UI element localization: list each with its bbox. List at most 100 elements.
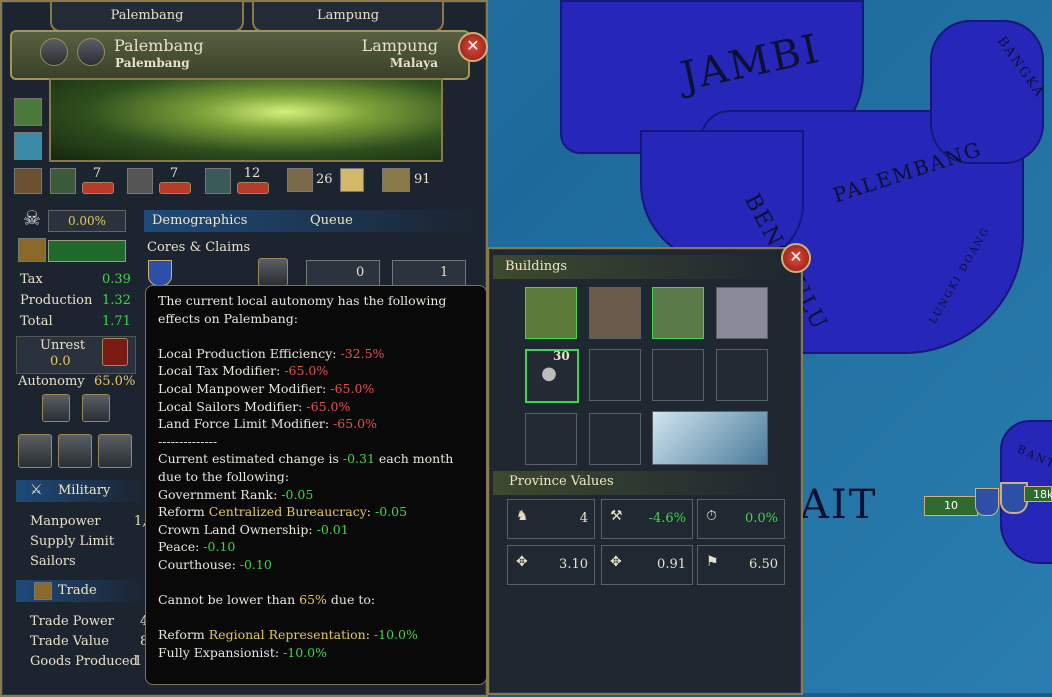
increase-autonomy-button[interactable] xyxy=(82,394,110,422)
terrain-image xyxy=(49,78,443,162)
construction-cost-icon: ⚒ xyxy=(610,508,623,524)
prod-dev-button[interactable] xyxy=(159,182,191,194)
trade-value-icon xyxy=(382,168,410,192)
close-buildings-button[interactable]: ✕ xyxy=(781,243,811,273)
value-6: 6.50 xyxy=(749,557,778,572)
value-box-5[interactable]: ✥ 0.91 xyxy=(601,545,693,585)
floor-reason-label: Fully Expansionist: xyxy=(158,644,280,660)
neighbor-name: Lampung xyxy=(361,36,438,55)
unrest-value: 0.0 xyxy=(50,354,71,369)
sailors-label: Sailors xyxy=(30,554,76,569)
tab-queue[interactable]: Queue xyxy=(310,213,353,228)
shield-icon[interactable] xyxy=(102,338,128,366)
keyhole-icon[interactable] xyxy=(340,168,364,192)
land-forcelimit-icon: ✥ xyxy=(516,554,528,570)
slot-count: 30 xyxy=(553,349,570,363)
ledger-icon[interactable] xyxy=(14,168,42,194)
close-province-button[interactable]: ✕ xyxy=(458,32,488,62)
change-value: -0.31 xyxy=(342,451,375,467)
add-core-button[interactable] xyxy=(258,258,288,286)
decrease-autonomy-button[interactable] xyxy=(42,394,70,422)
army-strength-badge[interactable]: 18k xyxy=(1024,486,1052,502)
trade-goods-icon[interactable] xyxy=(77,38,105,66)
build-time-icon: ⏱ xyxy=(706,508,717,524)
floor-reason-line: Reform Regional Representation: -10.0% xyxy=(158,626,476,644)
reason-label: Peace: xyxy=(158,539,200,555)
hammer-icon[interactable] xyxy=(58,434,92,468)
floor-value: 65% xyxy=(299,592,327,608)
effect-label: Local Manpower Modifier: xyxy=(158,380,327,396)
trade-value-label: Trade Value xyxy=(30,634,109,649)
religion-icon[interactable] xyxy=(40,38,68,66)
map-label-strait: AIT xyxy=(800,482,878,528)
tab-lampung[interactable]: Lampung xyxy=(252,2,444,32)
tax-value: 0.39 xyxy=(102,272,131,287)
fort-icon[interactable] xyxy=(98,434,132,468)
building-slot-3[interactable] xyxy=(652,349,704,401)
effect-value: -65.0% xyxy=(306,398,351,414)
value-box-1[interactable]: ♞ 4 xyxy=(507,499,595,539)
value-2: -4.6% xyxy=(648,511,686,526)
effect-line: Local Tax Modifier: -65.0% xyxy=(158,362,476,380)
effect-line: Local Production Efficiency: -32.5% xyxy=(158,345,476,363)
reason-highlight: Centralized Bureaucracy xyxy=(208,504,367,520)
prod-dev-value: 7 xyxy=(169,166,179,181)
effect-value: -65.0% xyxy=(333,416,377,432)
goods-icon xyxy=(287,168,313,192)
value-box-4[interactable]: ✥ 3.10 xyxy=(507,545,595,585)
value-box-3[interactable]: ⏱ 0.0% xyxy=(697,499,785,539)
trade-value: 91 xyxy=(414,172,431,187)
reason-value: -0.10 xyxy=(239,556,272,572)
autonomy-tooltip: The current local autonomy has the follo… xyxy=(145,285,487,685)
army-unit[interactable]: 10 xyxy=(924,496,978,516)
building-courthouse[interactable] xyxy=(716,287,768,339)
tab-demographics[interactable]: Demographics xyxy=(152,213,247,228)
terrain-icon[interactable] xyxy=(14,98,42,126)
value-4: 3.10 xyxy=(559,557,588,572)
tab-palembang[interactable]: Palembang xyxy=(50,2,244,32)
tax-dev-button[interactable] xyxy=(82,182,114,194)
building-marketplace[interactable] xyxy=(525,287,577,339)
reason-label: Courthouse: xyxy=(158,556,236,572)
floor-reason-label: Reform xyxy=(158,627,209,643)
value-box-6[interactable]: ⚑ 6.50 xyxy=(697,545,785,585)
manpower-dev-button[interactable] xyxy=(237,182,269,194)
devastation-value: 0.00% xyxy=(67,214,107,228)
reason-label: Government Rank: xyxy=(158,486,278,502)
value-box-2[interactable]: ⚒ -4.6% xyxy=(601,499,693,539)
floor-reason-value: -10.0% xyxy=(283,644,327,660)
value-1: 4 xyxy=(579,511,588,526)
reason-value: -0.01 xyxy=(316,521,349,537)
manpower-label: Manpower xyxy=(30,514,101,529)
effect-line: Land Force Limit Modifier: -65.0% xyxy=(158,415,476,433)
river-icon[interactable] xyxy=(14,132,42,160)
ships-box xyxy=(392,260,466,286)
province-culture: Malaya xyxy=(389,56,438,70)
effect-label: Local Sailors Modifier: xyxy=(158,398,303,414)
core-flag-icon[interactable] xyxy=(148,260,172,286)
reason-line: Courthouse: -0.10 xyxy=(158,556,476,574)
building-slot-4[interactable] xyxy=(716,349,768,401)
reason-label: Reform xyxy=(158,504,209,520)
manpower-dev-value: 12 xyxy=(243,166,261,181)
building-slot-5[interactable] xyxy=(525,413,577,465)
cores-label: Cores & Claims xyxy=(147,240,251,255)
total-value: 1.71 xyxy=(102,314,131,329)
build-icon[interactable] xyxy=(18,434,52,468)
effect-label: Local Tax Modifier: xyxy=(158,363,281,379)
effect-label: Land Force Limit Modifier: xyxy=(158,416,330,432)
building-slot-6[interactable] xyxy=(589,413,641,465)
prosperity-bar xyxy=(48,240,126,262)
value-3: 0.0% xyxy=(744,511,778,526)
building-workshop[interactable] xyxy=(589,287,641,339)
units-box xyxy=(306,260,380,286)
reason-line: Crown Land Ownership: -0.01 xyxy=(158,521,476,539)
building-shipyard[interactable] xyxy=(652,411,768,465)
building-temple[interactable] xyxy=(652,287,704,339)
fleet-flag-icon[interactable] xyxy=(975,488,999,516)
reason-line: Reform Centralized Bureaucracy: -0.05 xyxy=(158,503,476,521)
building-slot-2[interactable] xyxy=(589,349,641,401)
army-strength: 18k xyxy=(1033,488,1052,501)
province-bangka[interactable] xyxy=(930,20,1044,164)
tab-lampung-label: Lampung xyxy=(316,8,380,23)
